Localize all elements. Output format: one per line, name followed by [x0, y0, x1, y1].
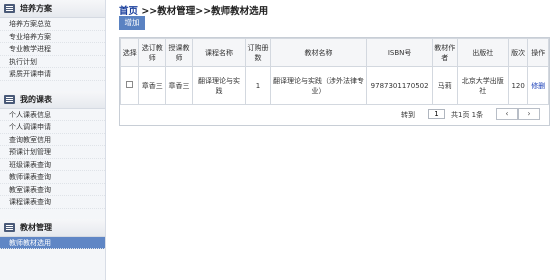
col-header-copies: 订购册数 — [245, 38, 271, 67]
cell-copies: 1 — [245, 66, 271, 105]
col-header-course: 课程名称 — [191, 38, 247, 67]
sidebar-item-plan-management[interactable]: 预课计划管理 — [0, 146, 105, 159]
table-row: 章香三 章香三 翻译理论与实践 1 翻译理论与实践（涉外法律专业） 978730… — [119, 66, 549, 105]
main-content: 首页 >>教材管理>>教师教材选用 增加 选择 选订教师 授课教师 课程名称 订… — [112, 0, 554, 280]
textbook-table: 选择 选订教师 授课教师 课程名称 订购册数 教材名称 ISBN号 教材作者 出… — [119, 38, 549, 105]
sidebar-item-course-request[interactable]: 紧质开课申请 — [0, 68, 105, 81]
col-header-edition: 版次 — [507, 38, 529, 67]
list-icon — [4, 222, 15, 232]
add-button[interactable]: 增加 — [119, 16, 145, 30]
section-header-my-schedule[interactable]: 我的课表 — [0, 90, 105, 109]
section-header-textbook[interactable]: 教材管理 — [0, 218, 105, 237]
cell-select — [119, 66, 140, 105]
textbook-table-panel: 选择 选订教师 授课教师 课程名称 订购册数 教材名称 ISBN号 教材作者 出… — [119, 37, 550, 126]
sidebar-item-personal-adjust[interactable]: 个人调课申请 — [0, 121, 105, 134]
total-count: 共1页 1条 — [451, 111, 484, 119]
goto-label: 转到 — [401, 111, 415, 119]
col-header-order-teacher: 选订教师 — [138, 38, 167, 67]
edit-delete-link[interactable]: 修删 — [531, 82, 545, 90]
col-header-author: 教材作者 — [431, 38, 458, 67]
col-header-textbook: 教材名称 — [269, 38, 368, 67]
breadcrumb-path: >>教材管理>>教师教材选用 — [138, 6, 269, 17]
sidebar-item-plan-overview[interactable]: 培养方案总览 — [0, 18, 105, 31]
sidebar-item-personal-schedule[interactable]: 个人课表信息 — [0, 109, 105, 121]
cell-author: 马莉 — [431, 66, 458, 105]
col-header-select: 选择 — [119, 38, 140, 67]
row-checkbox[interactable] — [126, 80, 134, 88]
cell-edition: 120 — [507, 66, 529, 105]
sidebar-item-execution-plan[interactable]: 执行计划 — [0, 56, 105, 68]
col-header-operation: 操作 — [527, 38, 549, 67]
cell-order-teacher: 章香三 — [138, 66, 167, 105]
section-title: 我的课表 — [20, 94, 52, 104]
table-header-row: 选择 选订教师 授课教师 课程名称 订购册数 教材名称 ISBN号 教材作者 出… — [119, 38, 549, 67]
col-header-publisher: 出版社 — [456, 38, 509, 67]
page-number-input[interactable] — [428, 109, 445, 119]
cell-course: 翻译理论与实践 — [191, 66, 247, 105]
list-icon — [4, 4, 15, 13]
sidebar-item-course-schedule[interactable]: 课程课表查询 — [0, 196, 105, 209]
list-icon — [4, 94, 15, 104]
sidebar-item-class-schedule[interactable]: 班级课表查询 — [0, 159, 105, 171]
sidebar-item-classroom-query[interactable]: 查询教室信用 — [0, 134, 105, 146]
cell-textbook: 翻译理论与实践（涉外法律专业） — [269, 66, 368, 105]
section-title: 培养方案 — [20, 4, 52, 13]
cell-operation: 修删 — [527, 66, 549, 105]
sidebar: 培养方案 培养方案总览 专业培养方案 专业教学进程 执行计划 紧质开课申请 我的… — [0, 0, 106, 280]
col-header-isbn: ISBN号 — [366, 38, 433, 67]
section-header-training-plan[interactable]: 培养方案 — [0, 0, 105, 18]
pagination: 转到 共1页 1条 ‹ › — [120, 105, 549, 127]
col-header-teach-teacher: 授课教师 — [165, 38, 193, 67]
sidebar-item-major-plan[interactable]: 专业培养方案 — [0, 31, 105, 43]
cell-isbn: 9787301170502 — [366, 66, 433, 105]
cell-teach-teacher: 章香三 — [165, 66, 193, 105]
breadcrumb: 首页 >>教材管理>>教师教材选用 — [119, 3, 268, 17]
cell-publisher: 北京大学出版社 — [456, 66, 509, 105]
prev-page-button[interactable]: ‹ — [496, 108, 518, 120]
section-title: 教材管理 — [20, 222, 52, 232]
sidebar-item-textbook-selection[interactable]: 教师教材选用 — [0, 236, 105, 249]
sidebar-item-teacher-schedule[interactable]: 教师课表查询 — [0, 171, 105, 184]
sidebar-item-room-schedule[interactable]: 教室课表查询 — [0, 184, 105, 196]
sidebar-item-teaching-progress[interactable]: 专业教学进程 — [0, 43, 105, 56]
next-page-button[interactable]: › — [518, 108, 540, 120]
